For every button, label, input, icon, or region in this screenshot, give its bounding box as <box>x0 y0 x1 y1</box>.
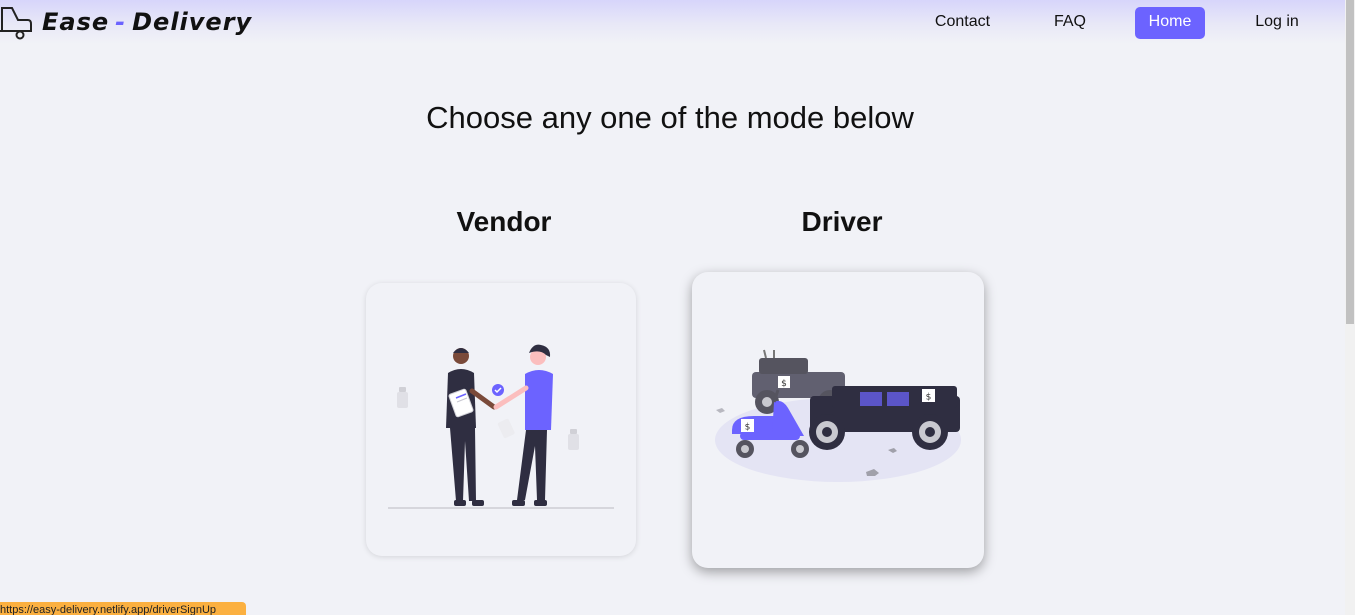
vendor-card[interactable] <box>366 283 636 556</box>
navbar: Ease - Delivery Contact FAQ Home Log in <box>0 0 1345 44</box>
driver-card[interactable]: $ $ $ <box>692 272 984 568</box>
link-preview-status: https://easy-delivery.netlify.app/driver… <box>0 602 246 615</box>
scrollbar[interactable] <box>1345 0 1355 615</box>
brand-logo[interactable]: Ease - Delivery <box>0 4 252 40</box>
svg-text:$: $ <box>781 379 787 389</box>
brand-name: Ease - Delivery <box>42 8 253 36</box>
driver-title: Driver <box>801 206 883 237</box>
page-title: Choose any one of the mode below <box>426 100 914 135</box>
scrollbar-thumb[interactable] <box>1346 0 1354 324</box>
svg-text:$: $ <box>745 423 751 433</box>
vendor-title: Vendor <box>456 206 552 237</box>
nav-faq-link[interactable]: FAQ <box>1045 7 1095 39</box>
delivery-truck-icon <box>0 7 32 40</box>
handshake-illustration <box>388 344 614 509</box>
svg-text:$: $ <box>926 393 932 403</box>
vehicles-illustration: $ $ $ <box>715 349 961 482</box>
nav-login-link[interactable]: Log in <box>1245 7 1309 39</box>
nav-home-button[interactable]: Home <box>1135 7 1205 39</box>
nav-contact-link[interactable]: Contact <box>925 7 1000 39</box>
